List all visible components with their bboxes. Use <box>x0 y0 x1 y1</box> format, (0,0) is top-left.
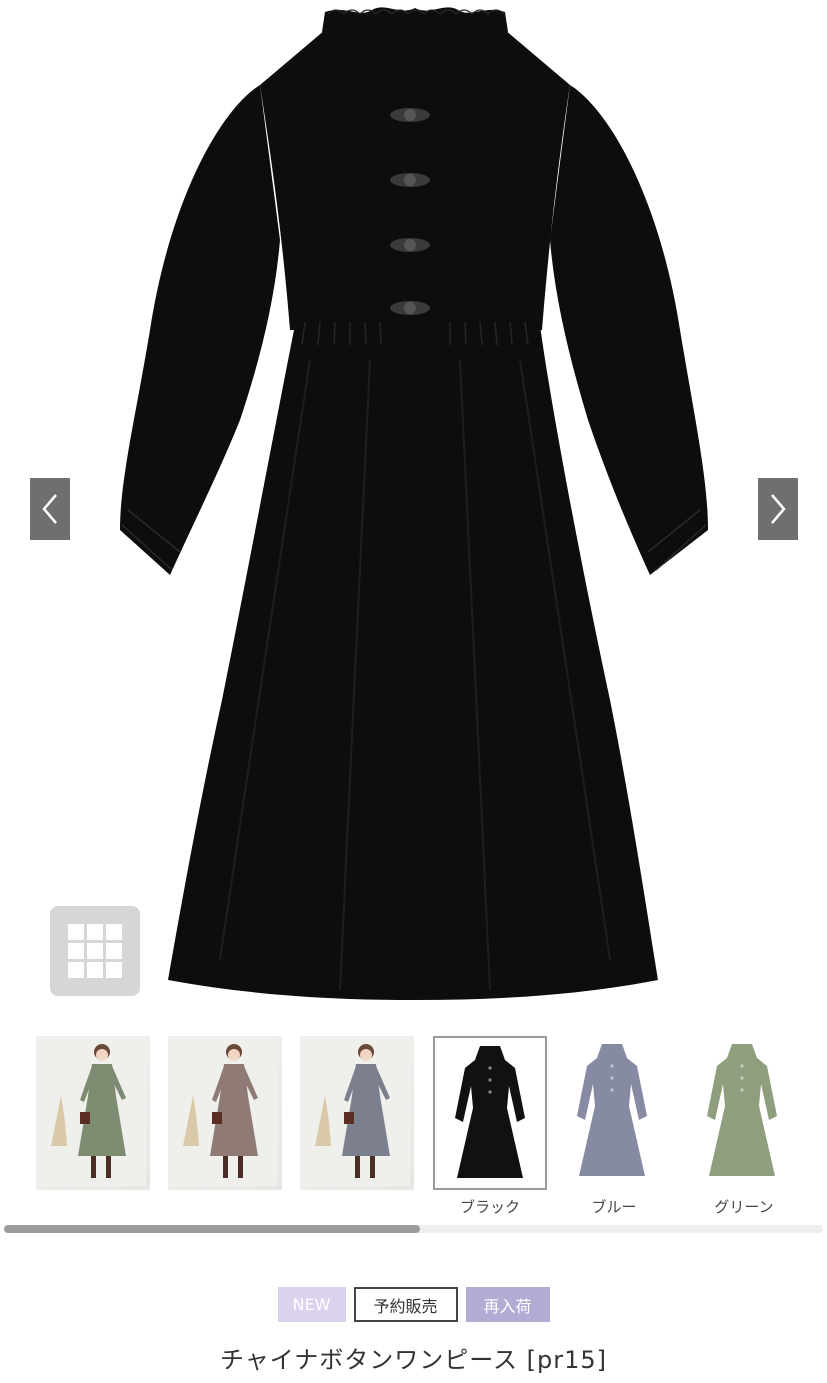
dress-main-image <box>120 7 708 1000</box>
product-main-image[interactable] <box>0 0 827 1020</box>
chevron-left-icon <box>42 494 57 524</box>
model-photo <box>300 1036 410 1186</box>
dress-color-image <box>707 1044 777 1176</box>
restock-badge: 再入荷 <box>465 1287 550 1322</box>
model-photo <box>36 1036 146 1186</box>
thumbnail-scrollbar-thumb[interactable] <box>4 1225 420 1233</box>
thumbnail-1[interactable] <box>36 1036 150 1190</box>
dress-color-image <box>577 1044 647 1176</box>
prev-arrow-button[interactable] <box>30 478 70 540</box>
grid-icon <box>68 924 122 978</box>
thumbnail-color-label: ブラック <box>459 1198 520 1216</box>
thumbnail-6[interactable] <box>687 1036 801 1190</box>
thumbnail-2[interactable] <box>168 1036 282 1190</box>
product-title: チャイナボタンワンピース [pr15] <box>219 1346 608 1374</box>
thumbnail-color-label: ブルー <box>591 1198 637 1216</box>
preorder-badge: 予約販売 <box>353 1287 458 1322</box>
new-badge: NEW <box>277 1287 346 1322</box>
thumbnail-4[interactable] <box>433 1036 547 1190</box>
model-photo <box>168 1036 278 1186</box>
grid-view-button[interactable] <box>50 906 140 996</box>
thumbnail-color-label: グリーン <box>714 1198 774 1216</box>
chevron-right-icon <box>771 494 786 524</box>
next-arrow-button[interactable] <box>758 478 798 540</box>
thumbnail-strip[interactable]: ブラック ブルー グリーン <box>0 1036 827 1221</box>
badge-row: NEW 予約販売 再入荷 <box>0 1287 827 1322</box>
thumbnail-3[interactable] <box>300 1036 414 1190</box>
dress-color-image <box>455 1046 525 1178</box>
thumbnail-5[interactable] <box>557 1036 671 1190</box>
